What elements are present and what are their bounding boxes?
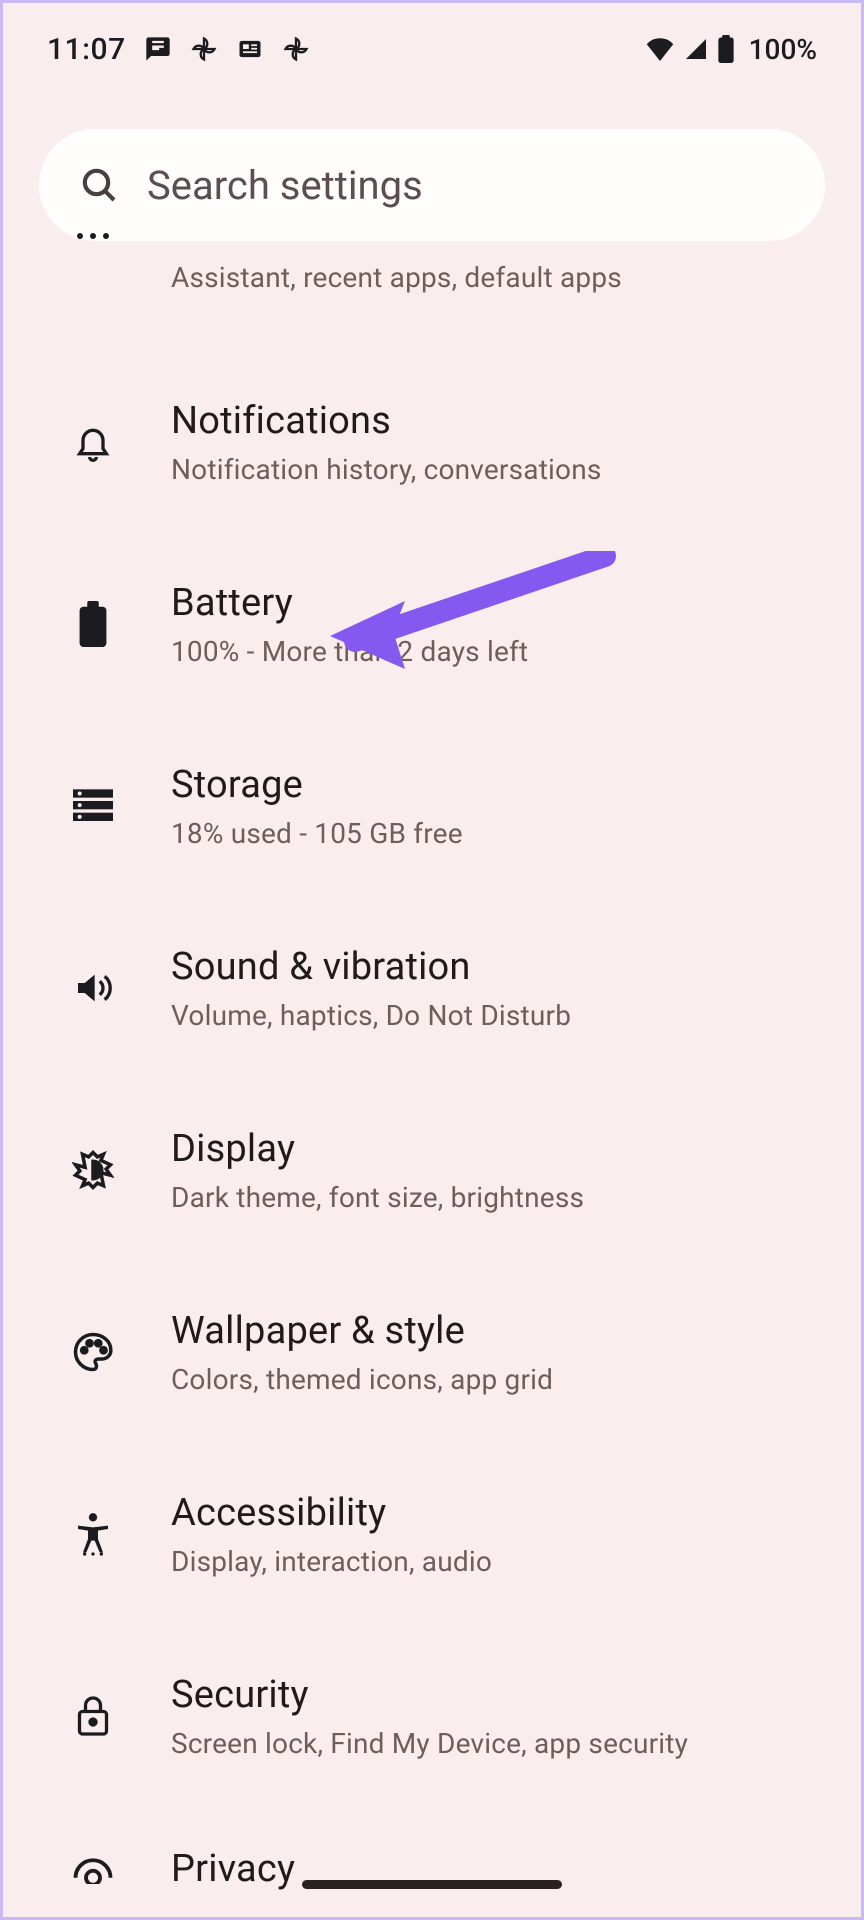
settings-item-apps[interactable]: Assistant, recent apps, default apps [3,251,861,351]
messages-notif-icon [144,35,172,63]
item-title: Accessibility [171,1491,825,1535]
item-title: Wallpaper & style [171,1309,825,1353]
item-title: Notifications [171,399,825,443]
cell-signal-icon [683,37,709,61]
item-subtitle: Display, interaction, audio [171,1545,825,1578]
gesture-navigation-bar[interactable] [302,1880,562,1889]
item-subtitle: Dark theme, font size, brightness [171,1181,825,1214]
apps-icon [63,229,123,243]
item-subtitle: Notification history, conversations [171,453,825,486]
item-subtitle: 100% - More than 2 days left [171,635,825,668]
speaker-icon [63,968,123,1008]
item-title: Storage [171,763,825,807]
item-subtitle: Colors, themed icons, app grid [171,1363,825,1396]
settings-list: Assistant, recent apps, default apps Not… [3,241,861,1891]
search-icon [79,165,119,205]
battery-percent: 100% [749,33,817,66]
pinwheel-notif-icon-2 [282,35,310,63]
palette-icon [63,1331,123,1373]
item-subtitle: 18% used - 105 GB free [171,817,825,850]
item-title: Sound & vibration [171,945,825,989]
privacy-icon [63,1854,123,1884]
settings-item-privacy[interactable]: Privacy [3,1807,861,1891]
item-subtitle: Screen lock, Find My Device, app securit… [171,1727,825,1760]
news-notif-icon [236,35,264,63]
settings-item-notifications[interactable]: Notifications Notification history, conv… [3,351,861,533]
battery-status-icon [717,35,735,63]
settings-item-accessibility[interactable]: Accessibility Display, interaction, audi… [3,1443,861,1625]
item-title: Battery [171,581,825,625]
wifi-icon [645,37,675,61]
settings-item-wallpaper[interactable]: Wallpaper & style Colors, themed icons, … [3,1261,861,1443]
clock: 11:07 [47,32,126,67]
settings-item-storage[interactable]: Storage 18% used - 105 GB free [3,715,861,897]
settings-item-battery[interactable]: Battery 100% - More than 2 days left [3,533,861,715]
accessibility-icon [63,1511,123,1557]
storage-icon [63,789,123,823]
search-placeholder: Search settings [147,162,423,209]
battery-icon [63,601,123,647]
settings-item-sound[interactable]: Sound & vibration Volume, haptics, Do No… [3,897,861,1079]
pinwheel-notif-icon [190,35,218,63]
brightness-icon [63,1149,123,1191]
search-bar[interactable]: Search settings [39,129,825,241]
settings-item-display[interactable]: Display Dark theme, font size, brightnes… [3,1079,861,1261]
item-title: Display [171,1127,825,1171]
item-title: Security [171,1673,825,1717]
bell-icon [63,420,123,464]
item-subtitle: Volume, haptics, Do Not Disturb [171,999,825,1032]
settings-item-security[interactable]: Security Screen lock, Find My Device, ap… [3,1625,861,1807]
status-bar: 11:07 100% [3,3,861,83]
lock-icon [63,1694,123,1738]
item-subtitle: Assistant, recent apps, default apps [171,261,825,294]
